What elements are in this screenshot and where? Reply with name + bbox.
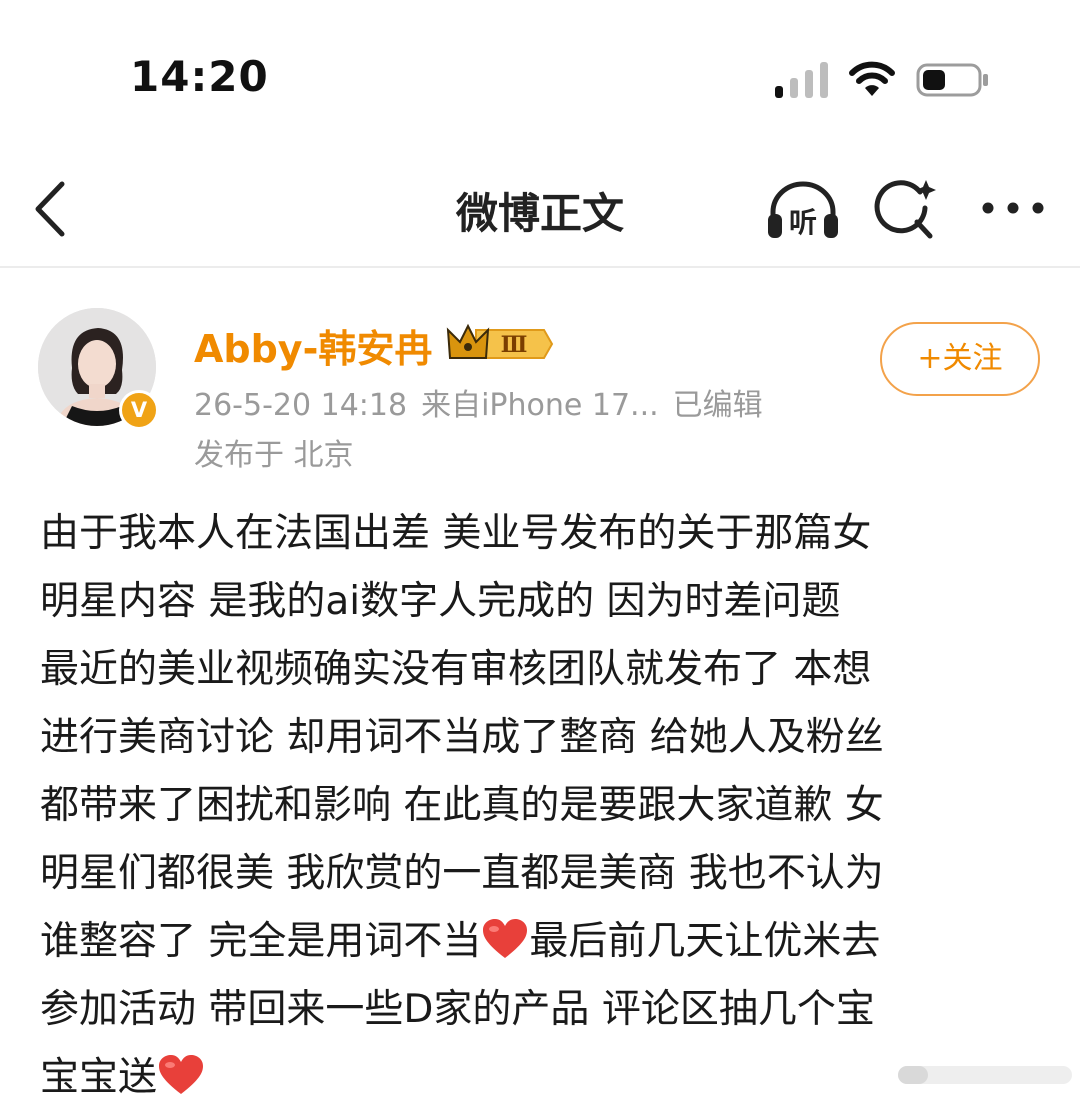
post-line: 由于我本人在法国出差 美业号发布的关于那篇女 — [40, 511, 872, 556]
post-line: 都带来了困扰和影响 在此真的是要跟大家道歉 女 — [40, 783, 884, 828]
post-source[interactable]: 来自iPhone 17... — [421, 388, 659, 423]
verified-badge: V — [119, 390, 159, 430]
scroll-indicator — [898, 1066, 1072, 1084]
vip-level: Ⅲ — [501, 332, 528, 358]
heart-icon — [159, 1055, 204, 1094]
post-content: 由于我本人在法国出差 美业号发布的关于那篇女 明星内容 是我的ai数字人完成的 … — [40, 500, 1050, 1112]
post-line: 进行美商讨论 却用词不当成了整商 给她人及粉丝 — [40, 715, 884, 760]
post-line: 参加活动 带回来一些D家的产品 评论区抽几个宝 — [40, 987, 875, 1032]
search-icon[interactable] — [874, 178, 938, 242]
follow-button[interactable]: +关注 — [880, 322, 1040, 396]
battery-icon — [916, 63, 988, 97]
listen-label: 听 — [789, 206, 817, 239]
post-text: 宝宝送 — [40, 1055, 158, 1100]
author-name[interactable]: Abby-韩安冉 — [194, 318, 432, 373]
crown-icon: Ⅲ — [446, 323, 554, 359]
heart-icon — [483, 919, 528, 958]
wifi-icon — [849, 61, 895, 96]
post-line: 明星内容 是我的ai数字人完成的 因为时差问题 — [40, 579, 841, 624]
headphone-icon[interactable]: 听 — [764, 178, 842, 242]
post-line: 最近的美业视频确实没有审核团队就发布了 本想 — [40, 647, 872, 692]
edited-label[interactable]: 已编辑 — [673, 388, 763, 423]
post-text: 谁整容了 完全是用词不当 — [40, 919, 482, 964]
status-time: 14:20 — [130, 52, 269, 101]
more-icon[interactable] — [980, 196, 1046, 220]
post-text: 最后前几天让优米去 — [529, 919, 881, 964]
post-meta: 26-5-20 14:18 来自iPhone 17... 已编辑 — [194, 380, 777, 424]
post-time: 26-5-20 14:18 — [194, 388, 408, 423]
cellular-signal-icon — [775, 62, 828, 98]
nav-divider — [0, 266, 1080, 268]
post-line-with-heart: 谁整容了 完全是用词不当 最后前几天让优米去 — [40, 908, 1050, 976]
post-line: 明星们都很美 我欣赏的一直都是美商 我也不认为 — [40, 851, 884, 896]
post-location: 发布于 北京 — [194, 438, 354, 473]
